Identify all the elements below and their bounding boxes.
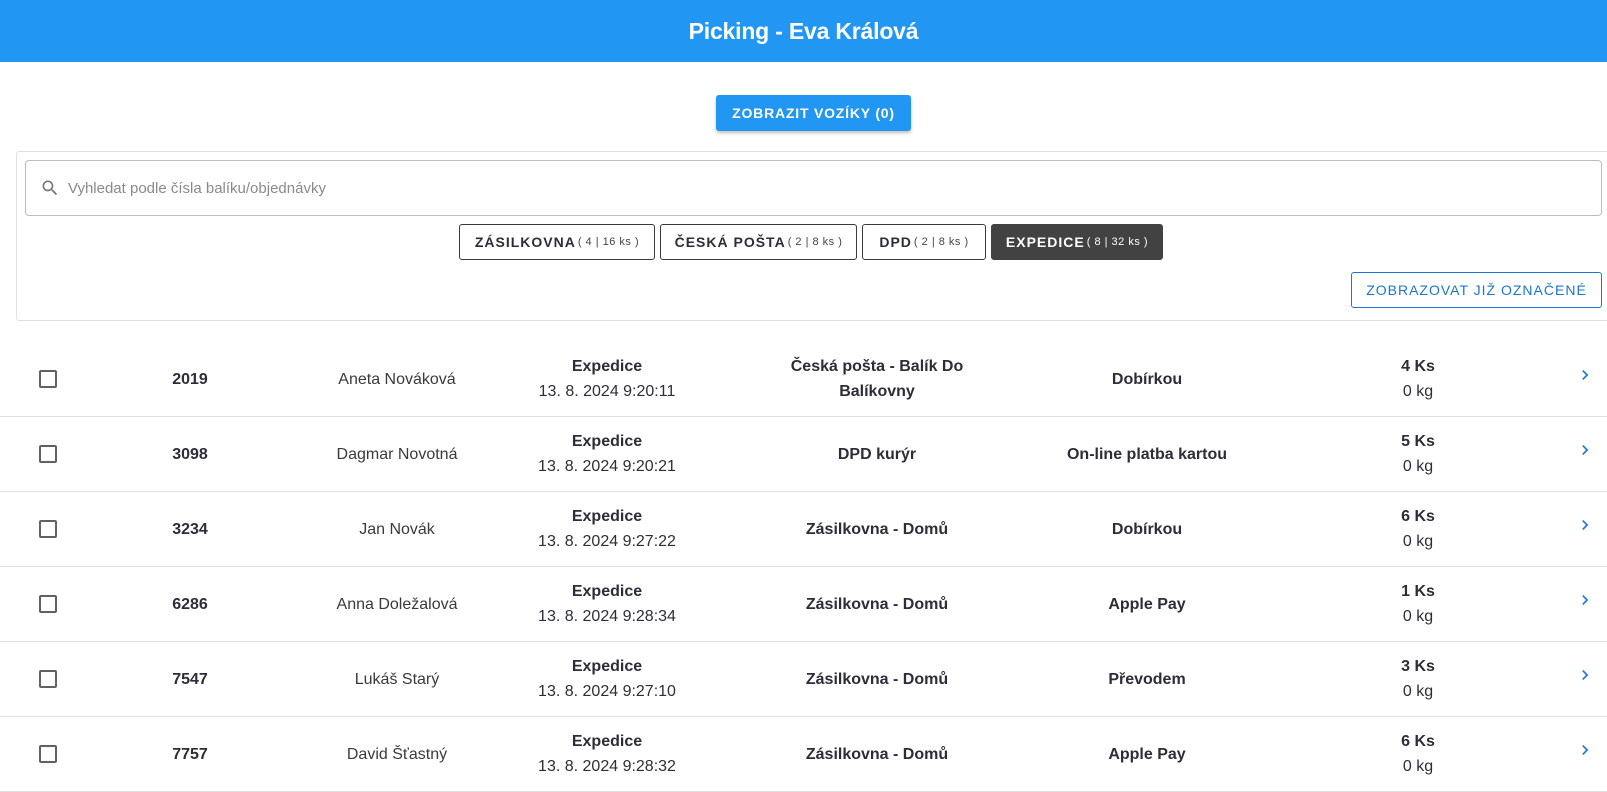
item-count: 5 Ks: [1401, 433, 1435, 450]
carrier-name-line2: Balíkovny: [839, 383, 915, 400]
customer-name: Anna Doležalová: [336, 595, 458, 613]
carrier-tabs: ZÁSILKOVNA( 4 | 16 ks ) ČESKÁ POŠTA( 2 |…: [0, 224, 1607, 262]
payment-method: On-line platba kartou: [1066, 445, 1227, 463]
chevron-right-icon[interactable]: [1575, 740, 1595, 768]
page-title: Picking - Eva Králová: [688, 17, 919, 44]
weight: 0 kg: [1402, 533, 1434, 550]
order-number: 2019: [172, 370, 208, 388]
order-number: 3234: [172, 520, 208, 538]
tab-zasilkovna[interactable]: ZÁSILKOVNA( 4 | 16 ks ): [459, 224, 655, 260]
order-number: 7757: [172, 745, 208, 763]
order-datetime: 13. 8. 2024 9:28:32: [538, 758, 676, 775]
order-number: 7547: [172, 670, 208, 688]
order-datetime: 13. 8. 2024 9:20:11: [538, 383, 676, 400]
table-row[interactable]: 3234 Jan Novák Expedice 13. 8. 2024 9:27:…: [0, 492, 1607, 567]
tab-label: DPD: [879, 234, 912, 250]
chevron-right-icon[interactable]: [1575, 590, 1595, 618]
table-row[interactable]: 7757 David Šťastný Expedice 13. 8. 2024 9…: [0, 717, 1607, 792]
table-row[interactable]: 2019 Aneta Nováková Expedice 13. 8. 2024 …: [0, 342, 1607, 417]
chevron-right-icon[interactable]: [1575, 665, 1595, 693]
weight: 0 kg: [1402, 458, 1434, 475]
carrier-name: Zásilkovna - Domů: [805, 595, 949, 613]
payment-method: Převodem: [1108, 670, 1186, 688]
chevron-right-icon[interactable]: [1575, 365, 1595, 393]
order-status: Expedice: [571, 508, 643, 525]
order-datetime: 13. 8. 2024 9:28:34: [538, 608, 676, 625]
chevron-right-icon[interactable]: [1575, 440, 1595, 468]
payment-method: Dobírkou: [1111, 520, 1183, 538]
item-count: 6 Ks: [1401, 733, 1435, 750]
row-checkbox[interactable]: [39, 595, 57, 613]
table-row[interactable]: 6286 Anna Doležalová Expedice 13. 8. 2024…: [0, 567, 1607, 642]
customer-name: Dagmar Novotná: [336, 445, 458, 463]
order-status: Expedice: [571, 583, 643, 600]
item-count: 3 Ks: [1401, 658, 1435, 675]
tab-label: EXPEDICE: [1005, 234, 1085, 250]
tab-ceska-posta[interactable]: ČESKÁ POŠTA( 2 | 8 ks ): [660, 224, 857, 260]
carrier-name: DPD kurýr: [837, 445, 917, 463]
order-status: Expedice: [571, 433, 643, 450]
weight: 0 kg: [1402, 683, 1434, 700]
customer-name: David Šťastný: [346, 745, 448, 763]
row-checkbox[interactable]: [39, 670, 57, 688]
order-datetime: 13. 8. 2024 9:27:22: [538, 533, 676, 550]
app-header: Picking - Eva Králová: [0, 0, 1607, 62]
search-input[interactable]: [68, 161, 1601, 215]
tab-count: ( 4 | 16 ks ): [577, 236, 640, 248]
tab-count: ( 2 | 8 ks ): [913, 236, 969, 248]
carrier-name: Česká pošta - Balík Do: [790, 358, 964, 375]
weight: 0 kg: [1402, 758, 1434, 775]
item-count: 6 Ks: [1401, 508, 1435, 525]
orders-list: 2019 Aneta Nováková Expedice 13. 8. 2024 …: [0, 342, 1607, 792]
item-count: 1 Ks: [1401, 583, 1435, 600]
tab-expedice[interactable]: EXPEDICE( 8 | 32 ks ): [991, 224, 1163, 260]
weight: 0 kg: [1402, 608, 1434, 625]
row-checkbox[interactable]: [39, 745, 57, 763]
customer-name: Aneta Nováková: [338, 370, 456, 388]
order-number: 6286: [172, 595, 208, 613]
payment-method: Apple Pay: [1108, 745, 1186, 763]
row-checkbox[interactable]: [39, 370, 57, 388]
order-status: Expedice: [571, 733, 643, 750]
item-count: 4 Ks: [1401, 358, 1435, 375]
customer-name: Lukáš Starý: [354, 670, 440, 688]
search-box[interactable]: [25, 160, 1602, 216]
carrier-name: Zásilkovna - Domů: [805, 520, 949, 538]
table-row[interactable]: 7547 Lukáš Starý Expedice 13. 8. 2024 9:2…: [0, 642, 1607, 717]
order-datetime: 13. 8. 2024 9:20:21: [538, 458, 676, 475]
tab-label: ZÁSILKOVNA: [474, 234, 576, 250]
row-checkbox[interactable]: [39, 520, 57, 538]
table-row[interactable]: 3098 Dagmar Novotná Expedice 13. 8. 2024 …: [0, 417, 1607, 492]
carrier-name: Zásilkovna - Domů: [805, 745, 949, 763]
order-status: Expedice: [571, 358, 643, 375]
tab-dpd[interactable]: DPD( 2 | 8 ks ): [862, 224, 986, 260]
order-status: Expedice: [571, 658, 643, 675]
payment-method: Apple Pay: [1108, 595, 1186, 613]
order-number: 3098: [172, 445, 208, 463]
chevron-right-icon[interactable]: [1575, 515, 1595, 543]
row-checkbox[interactable]: [39, 445, 57, 463]
carrier-name: Zásilkovna - Domů: [805, 670, 949, 688]
show-carts-button[interactable]: ZOBRAZIT VOZÍKY (0): [716, 95, 911, 131]
payment-method: Dobírkou: [1111, 370, 1183, 388]
tab-label: ČESKÁ POŠTA: [674, 234, 786, 250]
search-icon: [40, 178, 60, 198]
tab-count: ( 2 | 8 ks ): [787, 236, 843, 248]
show-marked-button[interactable]: ZOBRAZOVAT JIŽ OZNAČENÉ: [1351, 272, 1602, 308]
tab-count: ( 8 | 32 ks ): [1086, 236, 1149, 248]
weight: 0 kg: [1402, 383, 1434, 400]
customer-name: Jan Novák: [359, 520, 435, 538]
order-datetime: 13. 8. 2024 9:27:10: [538, 683, 676, 700]
